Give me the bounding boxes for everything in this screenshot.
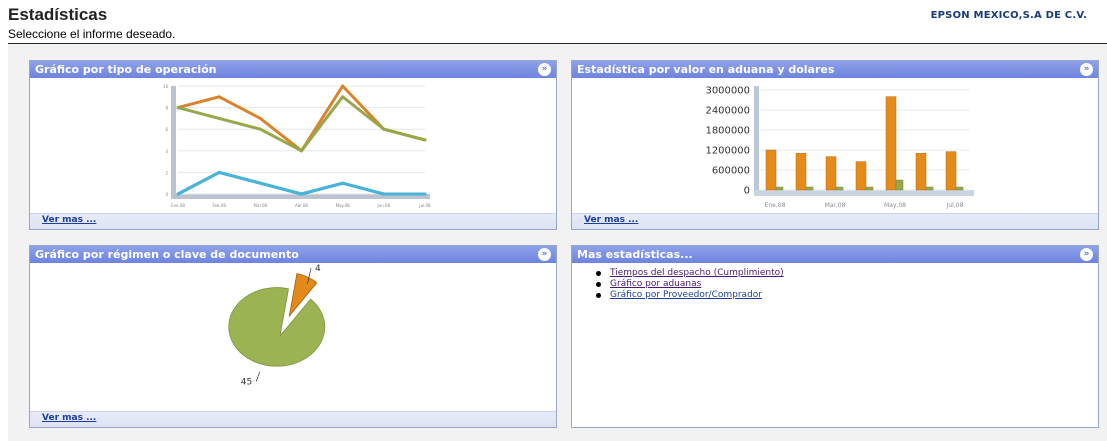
series-point-1 [382,127,386,131]
company-name: EPSON MEXICO,S.A DE C.V. [930,10,1087,21]
link-customs-chart[interactable]: Gráfico por aduanas [610,279,701,289]
panel-regime: Gráfico por régimen o clave de documento… [29,245,557,428]
series-point-1 [423,138,427,142]
bar-series-0 [915,153,927,191]
pie-slice-0 [228,287,326,367]
list-item: Gráfico por aduanas [596,279,784,290]
pie-label: 4 [315,264,321,274]
panel-header: Gráfico por régimen o clave de documento… [30,246,556,263]
series-point-1 [300,149,303,153]
bar-series-1 [925,186,934,191]
panel-title: Mas estadísticas... [577,248,693,261]
x-tick-label: Feb.08 [212,203,226,208]
series-point-3 [341,181,345,185]
series-point-1 [176,106,180,110]
series-point-0 [258,116,262,120]
x-tick-label: Jul.08 [418,203,431,208]
panel-operation-type: Gráfico por tipo de operación » 0 2 4 6 8 10 E… [29,60,557,230]
pie-chart: 45 4 [228,264,326,387]
bar-series-0 [945,151,957,191]
x-tick-label: Jul,08 [946,202,964,209]
y-tick-label: 1800000 [705,126,750,137]
y-axis-strip [171,86,176,194]
series-line-1 [177,95,426,153]
page-title: Estadísticas [8,5,108,24]
y-tick-label: 6 [165,127,168,132]
series-point-3 [217,170,221,174]
bar-series-1 [775,186,784,191]
ver-mas-link[interactable]: Ver mas ... [42,215,96,225]
series-line-3 [177,170,425,196]
series-point-3 [300,192,303,196]
x-tick-label: Ene.08 [171,203,185,208]
y-tick-label: 1200000 [705,146,750,157]
series-point-1 [217,116,221,120]
panel-header: Mas estadísticas... » [572,246,1098,263]
stats-links-list: Tiempos del despacho (Cumplimiento) Gráf… [596,268,784,301]
main-area: Gráfico por tipo de operación » 0 2 4 6 8 10 E… [8,44,1107,441]
panel-more-stats: Mas estadísticas... » Tiempos del despac… [571,245,1099,428]
series-point-3 [382,192,386,196]
bar-series-1 [835,186,844,191]
collapse-icon[interactable]: » [538,63,551,76]
bar-series-1 [895,179,904,191]
x-tick-label: Abr.08 [295,203,308,208]
collapse-icon[interactable]: » [1080,248,1093,261]
series-point-3 [176,192,180,196]
x-tick-label: May,08 [884,202,906,209]
panel-header: Gráfico por tipo de operación » [30,61,556,78]
panel-title: Gráfico por régimen o clave de documento [35,248,299,261]
bar-series-1 [805,186,814,191]
bar-series-1 [865,186,874,191]
y-tick-label: 8 [165,106,168,111]
series-point-1 [258,127,262,131]
link-supplier-chart[interactable]: Gráfico por Proveedor/Comprador [610,290,762,300]
x-tick-label: Mar.08 [254,203,268,208]
bar-series-1 [955,186,964,191]
y-axis-strip [754,86,759,190]
y-tick-label: 10 [163,84,169,89]
series-point-0 [217,95,221,99]
y-tick-label: 2 [165,170,168,175]
bar-series-0 [855,161,867,191]
bar-series-0 [765,149,777,191]
bar-series-0 [885,96,897,191]
collapse-icon[interactable]: » [1080,63,1093,76]
y-tick-label: 0 [165,192,168,197]
panel-footer: Ver mas ... [572,213,1098,229]
line-chart: 0 2 4 6 8 10 Ene.08 Feb.08 Mar.08 Abr.08 May.08 Jun… [163,84,431,208]
series-point-3 [423,192,427,196]
bar-chart: 3000000 2400000 1800000 1200000 600000 0 Ene,0… [705,86,974,209]
bar-series-0 [825,156,837,191]
panel-footer: Ver mas ... [30,411,556,427]
x-tick-label: Jun.08 [377,203,391,208]
x-tick-label: Mar,08 [825,202,846,209]
y-tick-label: 3000000 [705,86,750,97]
link-dispatch-times[interactable]: Tiempos del despacho (Cumplimiento) [610,268,784,278]
panel-title: Gráfico por tipo de operación [35,63,217,76]
series-point-0 [341,84,345,88]
series-point-3 [258,181,262,185]
y-tick-label: 4 [165,149,168,154]
x-tick-label: Ene,08 [765,202,786,209]
ver-mas-link[interactable]: Ver mas ... [42,413,96,423]
list-item: Tiempos del despacho (Cumplimiento) [596,268,784,279]
pie-label: 45 [241,377,252,387]
x-tick-label: May.08 [336,203,351,208]
y-tick-label: 2400000 [705,106,750,117]
y-tick-label: 0 [744,186,750,197]
ver-mas-link[interactable]: Ver mas ... [584,215,638,225]
panel-customs-value: Estadística por valor en aduana y dolare… [571,60,1099,230]
x-axis-floor [754,190,974,196]
series-point-1 [341,95,345,99]
list-item: Gráfico por Proveedor/Comprador [596,290,784,301]
panel-header: Estadística por valor en aduana y dolare… [572,61,1098,78]
page-subtitle: Seleccione el informe deseado. [8,27,176,41]
panel-footer: Ver mas ... [30,213,556,229]
pie-label-leader [255,371,261,382]
collapse-icon[interactable]: » [538,248,551,261]
bar-series-0 [795,153,807,191]
panel-title: Estadística por valor en aduana y dolare… [577,63,835,76]
y-tick-label: 600000 [712,166,750,177]
